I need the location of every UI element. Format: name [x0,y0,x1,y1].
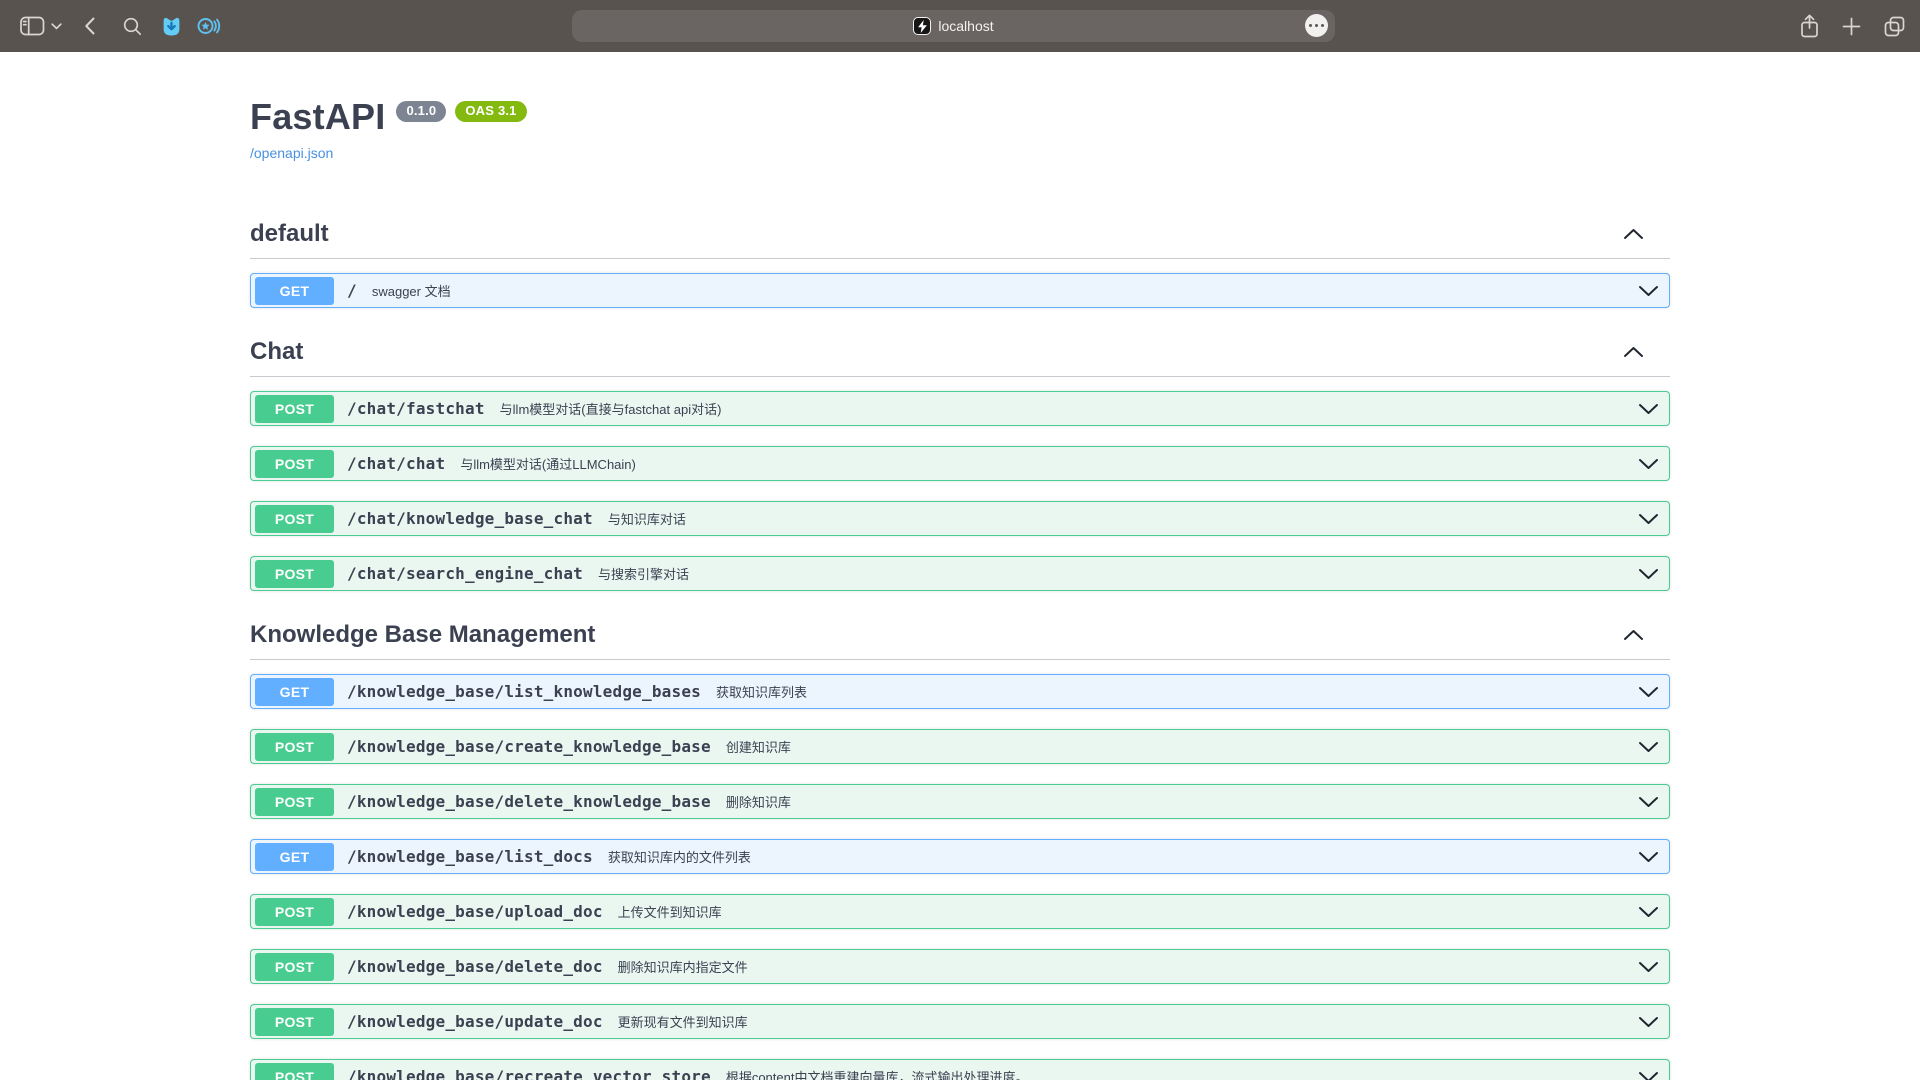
endpoint-description: swagger 文档 [372,281,451,300]
expand-operation-icon[interactable] [1638,513,1659,525]
expand-operation-icon[interactable] [1638,851,1659,863]
endpoint-description: 创建知识库 [726,737,791,756]
endpoint-path: /knowledge_base/delete_doc [347,957,603,976]
endpoint-description: 根据content中文档重建向量库，流式输出处理进度。 [726,1067,1029,1080]
expand-operation-icon[interactable] [1638,906,1659,918]
method-badge: POST [255,505,334,533]
opblock-row[interactable]: POST/chat/chat 与llm模型对话(通过LLMChain) [250,446,1670,481]
endpoint-path: /knowledge_base/recreate_vector_store [347,1067,711,1080]
endpoint-description: 删除知识库 [726,792,791,811]
method-badge: POST [255,560,334,588]
opblock-row[interactable]: POST/knowledge_base/create_knowledge_bas… [250,729,1670,764]
address-bar[interactable]: localhost [572,10,1335,42]
tag-header-chat[interactable]: Chat [250,338,1670,377]
browser-toolbar: localhost [0,0,1920,52]
endpoint-path: /knowledge_base/delete_knowledge_base [347,792,711,811]
tab-overview-icon[interactable] [1883,15,1906,38]
sidebar-chevron-down-icon[interactable] [51,23,62,30]
opblock-row[interactable]: POST/chat/knowledge_base_chat 与知识库对话 [250,501,1670,536]
opblock-row[interactable]: GET / swagger 文档 [250,273,1670,308]
endpoint-path: /knowledge_base/upload_doc [347,902,603,921]
extension-star-broadcast-icon[interactable] [197,16,221,36]
expand-operation-icon[interactable] [1638,1071,1659,1080]
endpoint-description: 上传文件到知识库 [618,902,722,921]
expand-operation-icon[interactable] [1638,458,1659,470]
endpoint-path: /chat/fastchat [347,399,485,418]
openapi-spec-link[interactable]: /openapi.json [250,145,333,161]
endpoint-path: /knowledge_base/list_docs [347,847,593,866]
version-badge: 0.1.0 [396,101,446,122]
tag-title: default [250,220,329,248]
endpoint-path: /chat/knowledge_base_chat [347,509,593,528]
endpoint-description: 获取知识库内的文件列表 [608,847,751,866]
opblock-row[interactable]: POST/chat/search_engine_chat 与搜索引擎对话 [250,556,1670,591]
method-badge: POST [255,1063,334,1080]
endpoint-description: 与搜索引擎对话 [598,564,689,583]
new-tab-icon[interactable] [1842,17,1861,36]
method-badge: POST [255,788,334,816]
method-badge: POST [255,395,334,423]
expand-operation-icon[interactable] [1638,285,1659,297]
endpoint-path: /chat/chat [347,454,445,473]
tag-title: Chat [250,338,303,366]
tag-section: Chat POST/chat/fastchat 与llm模型对话(直接与fastch… [250,338,1670,591]
address-host: localhost [938,18,993,34]
endpoint-description: 与知识库对话 [608,509,686,528]
tag-title: Knowledge Base Management [250,621,595,649]
expand-operation-icon[interactable] [1638,796,1659,808]
search-icon[interactable] [123,17,142,36]
sidebar-toggle-icon[interactable] [20,16,45,36]
method-badge: GET [255,678,334,706]
oas-badge: OAS 3.1 [455,101,526,122]
collapse-section-icon[interactable] [1623,346,1644,358]
opblock-row[interactable]: GET/knowledge_base/list_knowledge_bases 获… [250,674,1670,709]
swagger-page: FastAPI 0.1.0 OAS 3.1 /openapi.json defa… [0,52,1920,1080]
endpoint-path: /knowledge_base/update_doc [347,1012,603,1031]
tag-header-default[interactable]: default [250,220,1670,259]
opblock-row[interactable]: POST/knowledge_base/update_doc 更新现有文件到知识库 [250,1004,1670,1039]
endpoint-description: 与llm模型对话(通过LLMChain) [460,454,636,473]
opblock-row[interactable]: GET/knowledge_base/list_docs 获取知识库内的文件列表 [250,839,1670,874]
method-badge: GET [255,843,334,871]
share-icon[interactable] [1799,14,1820,39]
expand-operation-icon[interactable] [1638,961,1659,973]
tag-section: default GET / swagger 文档 [250,220,1670,308]
expand-operation-icon[interactable] [1638,568,1659,580]
method-badge: POST [255,1008,334,1036]
endpoint-description: 删除知识库内指定文件 [618,957,748,976]
endpoint-path: /knowledge_base/create_knowledge_base [347,737,711,756]
method-badge: POST [255,733,334,761]
expand-operation-icon[interactable] [1638,686,1659,698]
api-sections: default GET / swagger 文档 Chat POST/chat/fastc… [250,220,1670,1080]
endpoint-description: 与llm模型对话(直接与fastchat api对话) [500,399,722,418]
endpoint-path: / [347,281,357,300]
page-title: FastAPI [250,98,385,136]
extension-cat-icon[interactable] [161,16,182,37]
opblock-row[interactable]: POST/knowledge_base/recreate_vector_stor… [250,1059,1670,1080]
endpoint-path: /chat/search_engine_chat [347,564,583,583]
endpoint-description: 更新现有文件到知识库 [618,1012,748,1031]
page-menu-icon[interactable] [1305,14,1328,37]
endpoint-path: /knowledge_base/list_knowledge_bases [347,682,701,701]
collapse-section-icon[interactable] [1623,629,1644,641]
api-title-row: FastAPI 0.1.0 OAS 3.1 [250,98,1670,136]
endpoint-description: 获取知识库列表 [716,682,807,701]
collapse-section-icon[interactable] [1623,228,1644,240]
tag-section: Knowledge Base Management GET/knowledge_b… [250,621,1670,1080]
expand-operation-icon[interactable] [1638,1016,1659,1028]
back-icon[interactable] [84,17,96,35]
opblock-row[interactable]: POST/knowledge_base/delete_knowledge_bas… [250,784,1670,819]
expand-operation-icon[interactable] [1638,403,1659,415]
tag-header-knowledge-base-management[interactable]: Knowledge Base Management [250,621,1670,660]
method-badge: POST [255,953,334,981]
expand-operation-icon[interactable] [1638,741,1659,753]
opblock-row[interactable]: POST/knowledge_base/delete_doc 删除知识库内指定文件 [250,949,1670,984]
method-badge: POST [255,898,334,926]
opblock-row[interactable]: POST/chat/fastchat 与llm模型对话(直接与fastchat a… [250,391,1670,426]
fastapi-favicon [913,17,931,35]
api-info: FastAPI 0.1.0 OAS 3.1 /openapi.json [250,52,1670,163]
method-badge: GET [255,277,334,305]
opblock-row[interactable]: POST/knowledge_base/upload_doc 上传文件到知识库 [250,894,1670,929]
method-badge: POST [255,450,334,478]
